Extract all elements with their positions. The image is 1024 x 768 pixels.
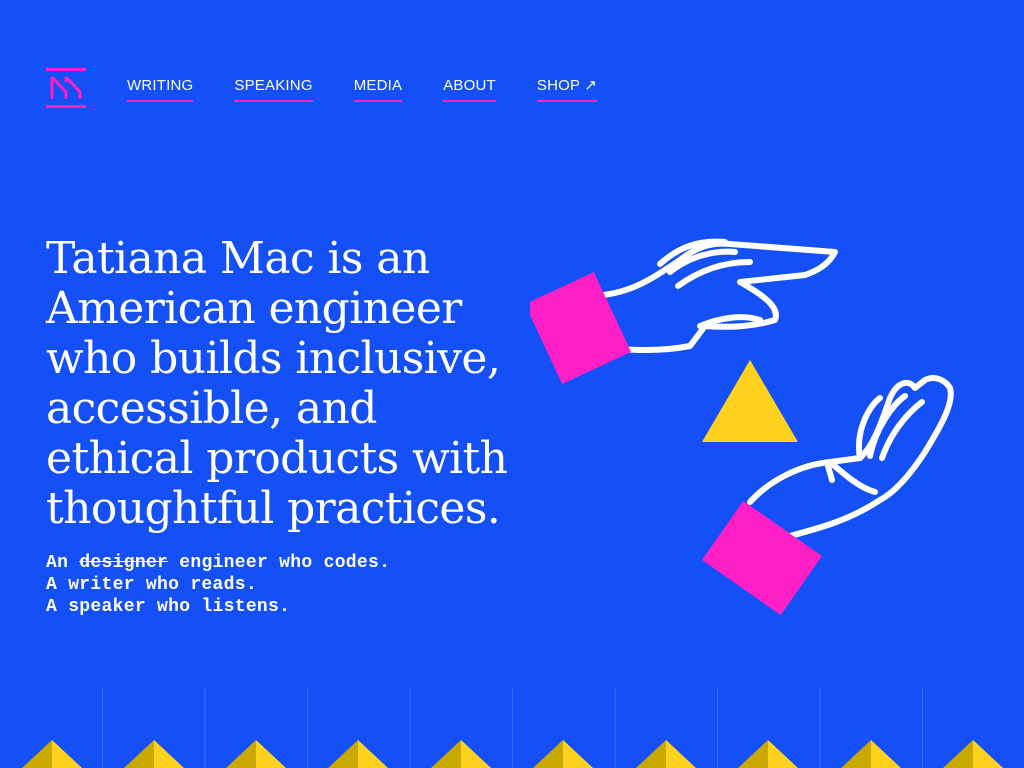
upper-cuff (530, 272, 632, 384)
pyramid-shape (738, 740, 768, 768)
pyramid-shape (22, 740, 52, 768)
tagline-struck-word: designer (79, 553, 169, 573)
pyramid-shape (328, 740, 358, 768)
pyramid-shape (358, 740, 388, 768)
bottom-pattern (22, 688, 1003, 768)
hero-headline: Tatiana Mac is an American engineer who … (46, 233, 508, 534)
pyramid-shape (124, 740, 154, 768)
lower-cuff (702, 500, 822, 616)
triangle-shape (702, 360, 798, 442)
pyramid-shape (768, 740, 798, 768)
tagline-prefix: An (46, 553, 69, 573)
pyramid-shape (666, 740, 696, 768)
external-arrow-icon: ↗ (584, 77, 597, 94)
pyramid-shape (256, 740, 286, 768)
nav-link-writing[interactable]: WRITING (127, 77, 194, 102)
pyramid-shape (533, 740, 563, 768)
pyramid-shape (461, 740, 491, 768)
pyramid-shape (871, 740, 901, 768)
tagline-line2: A writer who reads. (46, 575, 257, 595)
tagline-line3: A speaker who listens. (46, 597, 291, 617)
nav-link-shop[interactable]: SHOP ↗ (536, 77, 597, 102)
pyramid-shape (973, 740, 1003, 768)
nav-link-shop-label: SHOP (536, 77, 581, 94)
nav-link-media[interactable]: MEDIA (353, 77, 403, 102)
pyramid-shape (52, 740, 82, 768)
pyramid-shape (841, 740, 871, 768)
hero-tagline: An designer engineer who codes. A writer… (46, 552, 390, 618)
nav-link-about[interactable]: ABOUT (443, 77, 496, 102)
pyramid-shape (636, 740, 666, 768)
pyramid-shape (154, 740, 184, 768)
main-nav: WRITING SPEAKING MEDIA ABOUT SHOP ↗ (127, 77, 638, 102)
tagline-line1-suffix: engineer who codes. (179, 553, 391, 573)
pyramid-shape (431, 740, 461, 768)
tm-logo-icon[interactable] (46, 68, 86, 108)
hands-illustration-icon (530, 238, 954, 616)
pyramid-shape (943, 740, 973, 768)
pyramid-shape (226, 740, 256, 768)
pyramid-shape (563, 740, 593, 768)
nav-link-speaking[interactable]: SPEAKING (234, 77, 313, 102)
